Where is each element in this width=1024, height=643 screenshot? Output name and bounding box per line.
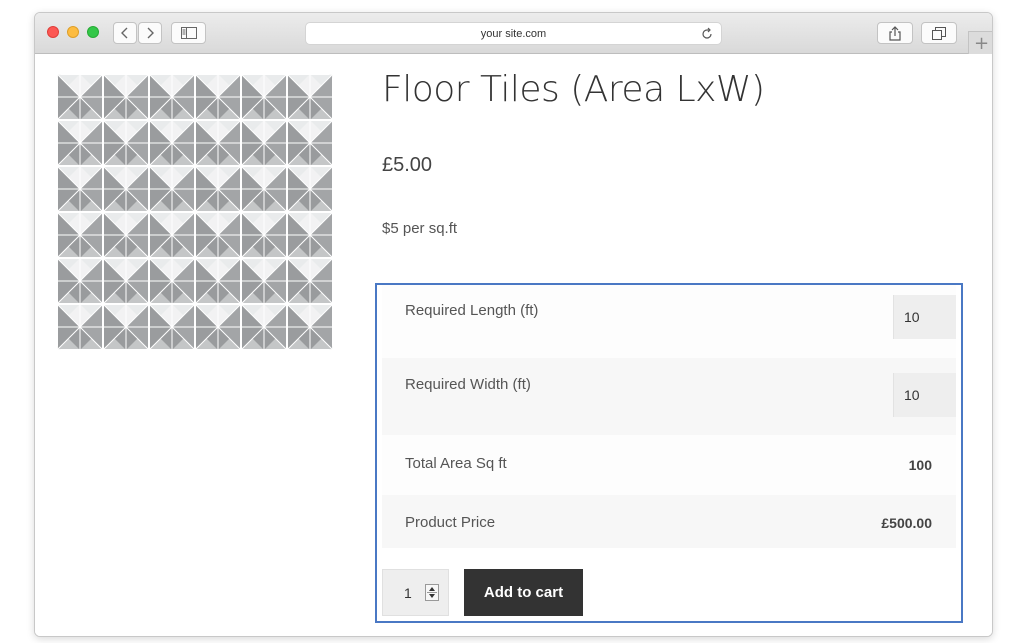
browser-window: your site.com + Floor Tiles (Area LxW) £… [34,12,993,637]
quantity-spinner[interactable] [425,584,439,601]
product-price-value: £500.00 [881,515,932,531]
spinner-arrows-icon [427,587,437,598]
minimize-window-button[interactable] [67,26,79,38]
browser-toolbar: your site.com + [35,13,992,54]
total-area-row: Total Area Sq ft 100 [382,435,956,495]
close-window-button[interactable] [47,26,59,38]
length-label: Required Length (ft) [405,302,539,319]
product-title: Floor Tiles (Area LxW) [382,69,765,110]
forward-button[interactable] [138,22,162,44]
sidebar-icon [180,27,197,39]
width-label: Required Width (ft) [405,376,531,393]
share-icon [889,25,901,41]
zoom-window-button[interactable] [87,26,99,38]
product-price: £5.00 [382,154,433,176]
sidebar-toggle-button[interactable] [171,22,206,44]
show-tabs-button[interactable] [921,22,957,44]
plus-icon: + [973,32,990,54]
quantity-stepper[interactable]: 1 [382,569,449,616]
length-input[interactable] [893,295,956,339]
tabs-overview-icon [932,26,946,40]
quantity-value: 1 [404,585,412,601]
product-price-row: Product Price £500.00 [382,495,956,548]
total-area-value: 100 [908,457,932,473]
tile-pattern-image [57,74,333,350]
page-content: Floor Tiles (Area LxW) £5.00 $5 per sq.f… [35,55,992,636]
product-price-label: Product Price [405,514,496,531]
reload-icon[interactable] [701,27,713,40]
add-to-cart-button[interactable]: Add to cart [464,569,583,616]
product-description: $5 per sq.ft [382,220,458,237]
url-text: your site.com [480,27,547,40]
total-area-label: Total Area Sq ft [405,455,507,472]
address-bar[interactable]: your site.com [305,22,722,45]
width-input[interactable] [893,373,956,417]
share-button[interactable] [877,22,913,44]
area-calculator: Required Length (ft) Required Width (ft)… [375,283,963,623]
chevron-left-icon [121,27,128,39]
chevron-right-icon [147,27,154,39]
back-button[interactable] [113,22,137,44]
product-image[interactable] [57,74,333,350]
width-row: Required Width (ft) [382,358,956,435]
length-row: Required Length (ft) [382,285,956,358]
new-tab-button[interactable]: + [968,31,992,54]
